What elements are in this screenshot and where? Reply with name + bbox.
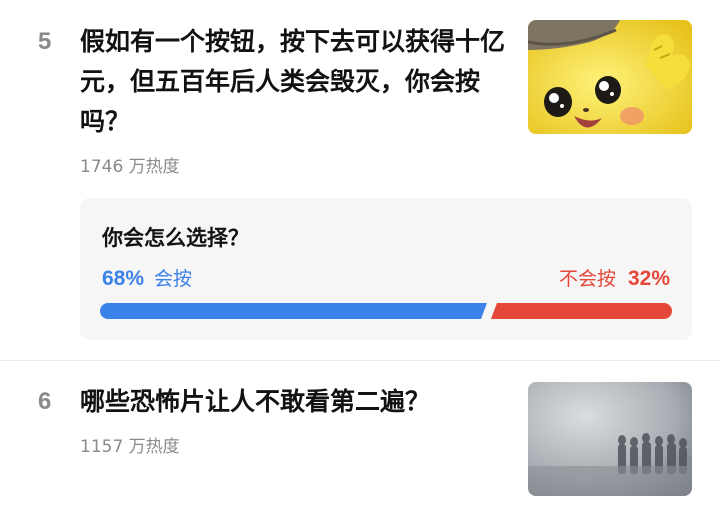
poll-option-percent: 68%	[102, 267, 145, 290]
rank-number: 5	[38, 28, 52, 55]
poll-option-label: 不会按	[558, 268, 616, 290]
rank-number: 6	[38, 388, 52, 415]
hot-list-item[interactable]: 6 哪些恐怖片让人不敢看第二遍？ 1157 万热度	[0, 362, 720, 508]
divider	[0, 360, 720, 361]
poll-card: 你会怎么选择？ 68% 会按 不会按 32%	[80, 198, 692, 340]
heat-count: 1746 万热度	[80, 157, 180, 177]
poll-bar-press-segment	[100, 303, 487, 319]
hot-list-item[interactable]: 5 假如有一个按钮，按下去可以获得十亿元，但五百年后人类会毁灭，你会按吗？ 17…	[0, 0, 720, 360]
cartoon-character-image	[528, 20, 692, 134]
poll-bar-not-press-segment	[490, 303, 672, 319]
heat-count: 1157 万热度	[80, 437, 180, 457]
thumbnail-image[interactable]	[528, 20, 692, 134]
thumbnail-image[interactable]	[528, 382, 692, 496]
poll-option-press[interactable]: 68% 会按	[102, 264, 192, 291]
question-title[interactable]: 假如有一个按钮，按下去可以获得十亿元，但五百年后人类会毁灭，你会按吗？	[80, 22, 510, 142]
poll-option-label: 会按	[154, 268, 193, 290]
poll-option-percent: 32%	[627, 267, 670, 290]
poll-question: 你会怎么选择？	[102, 226, 249, 250]
poll-option-not-press[interactable]: 不会按 32%	[559, 264, 670, 291]
foggy-silhouettes-image	[528, 382, 692, 496]
question-title[interactable]: 哪些恐怖片让人不敢看第二遍？	[80, 382, 510, 422]
poll-result-bar	[100, 303, 672, 319]
